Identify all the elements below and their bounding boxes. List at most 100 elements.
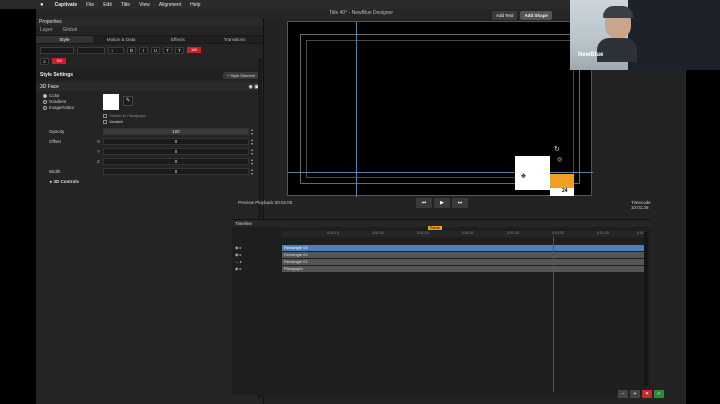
track-row[interactable]: — ▸ Rectangle 01 bbox=[232, 259, 647, 265]
stepper-icon[interactable]: ▴ ▾ bbox=[251, 148, 253, 156]
align-icon[interactable]: ≡ bbox=[40, 57, 49, 65]
design-canvas[interactable]: 24 ↻ ◎ ✥ bbox=[287, 21, 593, 197]
fill-options: Color Gradient Image/Video ✎ Stretch to … bbox=[36, 91, 263, 127]
skip-back-icon[interactable]: ⏮ bbox=[416, 198, 432, 208]
ruler-tick: 0:01:01 bbox=[462, 231, 474, 235]
opacity-label: Opacity bbox=[49, 129, 65, 134]
add-shape-button[interactable]: Add Shape bbox=[520, 11, 552, 20]
ruler-tick: 0:01:15 bbox=[597, 231, 609, 235]
tab-transitions[interactable]: Transitions bbox=[206, 36, 263, 43]
ok-button[interactable]: ✓ bbox=[654, 390, 664, 398]
track-row[interactable]: ◉ ▸ Paragraph bbox=[232, 266, 647, 272]
menu-title[interactable]: Title bbox=[121, 2, 130, 8]
stepper-icon[interactable]: ▴ ▾ bbox=[251, 158, 253, 166]
offset-x-field[interactable]: 0 bbox=[103, 138, 249, 145]
tab-style[interactable]: Style bbox=[36, 36, 93, 43]
ruler-tick: 0:01:15 bbox=[507, 231, 519, 235]
track-row[interactable]: ◉ ▸ Rectangle 04 bbox=[232, 245, 647, 251]
menu-alignment[interactable]: Alignment bbox=[159, 2, 181, 8]
offset-z-field[interactable]: 0 bbox=[103, 158, 249, 165]
eye-icon[interactable]: ◉ ▸ bbox=[235, 266, 242, 271]
offset-x-row: Offset X 0 ▴ ▾ bbox=[36, 137, 263, 147]
move-icon[interactable]: ✥ bbox=[521, 173, 526, 180]
menu-file[interactable]: File bbox=[86, 2, 94, 8]
menu-help[interactable]: Help bbox=[190, 2, 200, 8]
underline-button[interactable]: U bbox=[151, 46, 160, 54]
tab-global[interactable]: Global bbox=[63, 26, 77, 35]
stretch-to-paragraph-checkbox[interactable]: Stretch to Paragraph bbox=[103, 113, 146, 118]
menu-edit[interactable]: Edit bbox=[103, 2, 112, 8]
fill-color-preview[interactable] bbox=[103, 94, 119, 110]
guide-vertical[interactable] bbox=[356, 22, 357, 197]
width-field[interactable]: 0 bbox=[103, 168, 249, 175]
remove-button[interactable]: − bbox=[618, 390, 628, 398]
font-size-dropdown[interactable]: 1 bbox=[108, 46, 124, 54]
cancel-button[interactable]: ✕ bbox=[642, 390, 652, 398]
fill-color-swatch[interactable]: 100 bbox=[52, 58, 66, 64]
preview-time: 00:02;00 bbox=[274, 200, 293, 205]
style-settings-title: Style Settings bbox=[40, 72, 74, 78]
3d-controls-section[interactable]: ▸ 3D Controls bbox=[36, 179, 263, 185]
stepper-icon[interactable]: ▴ ▾ bbox=[251, 128, 253, 136]
opacity-slider[interactable]: 100 bbox=[103, 128, 249, 135]
timeline-ruler[interactable]: 0:00:15 0:01:00 0:01:15 0:01:01 0:01:15 … bbox=[282, 231, 647, 237]
font-family-dropdown[interactable] bbox=[40, 46, 74, 54]
stepper-icon[interactable]: ▴ ▾ bbox=[251, 168, 253, 176]
bold-button[interactable]: B bbox=[127, 46, 136, 54]
stretch-label: Stretch to Paragraph bbox=[109, 113, 146, 118]
track-bar[interactable]: Rectangle 01 bbox=[282, 259, 647, 265]
radio-dot-icon bbox=[43, 105, 47, 110]
layer-tabs: Layer Global bbox=[36, 26, 263, 35]
add-text-button[interactable]: Add Text bbox=[492, 11, 518, 20]
checkbox-icon bbox=[103, 119, 107, 124]
axis-x-label: X bbox=[97, 139, 101, 144]
rotate-handle-icon[interactable]: ↻ bbox=[554, 145, 560, 153]
tab-motion-data[interactable]: Motion & Data bbox=[93, 36, 150, 43]
radio-color-label: Color bbox=[49, 93, 60, 98]
tab-effects[interactable]: Effects bbox=[150, 36, 207, 43]
font-style-dropdown[interactable] bbox=[77, 46, 105, 54]
apple-menu-icon[interactable]: ● bbox=[40, 2, 44, 8]
italic-button[interactable]: I bbox=[139, 46, 148, 54]
add-button[interactable]: + bbox=[630, 390, 640, 398]
variable-checkbox[interactable]: Variable bbox=[103, 119, 123, 124]
text-case-button[interactable]: T bbox=[163, 46, 172, 54]
menu-view[interactable]: View bbox=[139, 2, 150, 8]
variable-label: Variable bbox=[109, 119, 124, 124]
3d-controls-label: 3D Controls bbox=[53, 179, 80, 184]
radio-color[interactable]: Color bbox=[43, 93, 60, 98]
transport-controls: ⏮ ▶ ⏭ bbox=[416, 198, 468, 208]
track-bar[interactable]: Rectangle 04 bbox=[282, 245, 647, 251]
ruler-tick: 0:01:00 bbox=[372, 231, 384, 235]
radio-gradient[interactable]: Gradient bbox=[43, 99, 66, 104]
playhead[interactable] bbox=[553, 237, 554, 392]
pause-marker[interactable]: Pause bbox=[428, 226, 442, 230]
orange-shape[interactable] bbox=[550, 174, 574, 188]
skip-forward-icon[interactable]: ⏭ bbox=[452, 198, 468, 208]
eyedropper-icon[interactable]: ✎ bbox=[123, 96, 133, 106]
radio-image-video-label: Image/Video bbox=[49, 105, 75, 110]
text-spacing-button[interactable]: T bbox=[175, 46, 184, 54]
menu-app[interactable]: Captivate bbox=[55, 2, 78, 8]
play-icon[interactable]: ▶ bbox=[434, 198, 450, 208]
anchor-icon[interactable]: ◎ bbox=[557, 156, 562, 163]
axis-z-label: Z bbox=[97, 159, 100, 164]
radio-image-video[interactable]: Image/Video bbox=[43, 105, 74, 110]
track-row[interactable]: ◉ ▸ Rectangle 03 bbox=[232, 252, 647, 258]
track-bar[interactable]: Rectangle 03 bbox=[282, 252, 647, 258]
section-3d-face[interactable]: 3D Face ◉ ▣ bbox=[36, 82, 263, 91]
timeline-scrollbar[interactable] bbox=[644, 232, 648, 387]
width-label: Width bbox=[49, 169, 61, 174]
presenter-cap bbox=[603, 6, 633, 18]
eye-icon[interactable]: ◉ ▸ bbox=[235, 245, 242, 250]
add-style-element-button[interactable]: + Style Element bbox=[222, 71, 259, 79]
text-color-swatch[interactable]: 100 bbox=[187, 47, 201, 53]
offset-y-field[interactable]: 0 bbox=[103, 148, 249, 155]
tab-layer[interactable]: Layer bbox=[40, 26, 53, 35]
bottom-action-buttons: − + ✕ ✓ bbox=[618, 390, 664, 398]
eye-off-icon[interactable]: — ▸ bbox=[235, 259, 242, 264]
ruler-tick: 0:01 bbox=[637, 231, 644, 235]
stepper-icon[interactable]: ▴ ▾ bbox=[251, 138, 253, 146]
track-bar[interactable]: Paragraph bbox=[282, 266, 647, 272]
eye-icon[interactable]: ◉ ▸ bbox=[235, 252, 242, 257]
